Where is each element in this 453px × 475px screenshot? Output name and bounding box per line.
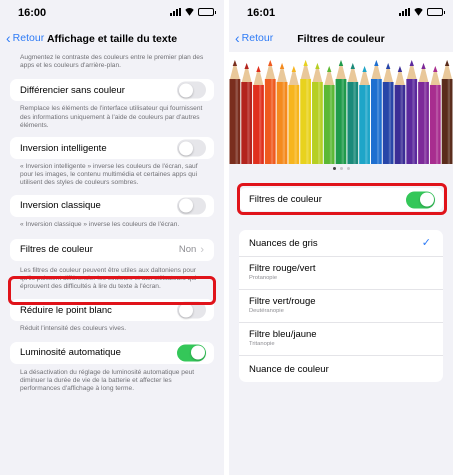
status-time: 16:01 [247, 7, 276, 19]
reduce-white-point-row[interactable]: Réduire le point blanc [10, 299, 214, 322]
filter-option-tritanopia[interactable]: Filtre bleu/jaune Tritanopie [239, 323, 443, 356]
option-sublabel: Protanopie [249, 275, 278, 281]
pencil [229, 60, 241, 164]
reduce-white-point-toggle[interactable] [177, 301, 206, 319]
pencil [370, 60, 382, 164]
filter-options-list: Nuances de gris ✓ Filtre rouge/vert Prot… [239, 230, 443, 382]
status-icons [399, 8, 445, 16]
row-label: Filtres de couleur [249, 194, 322, 205]
filter-option-protanopia[interactable]: Filtre rouge/vert Protanopie [239, 257, 443, 290]
option-label: Nuance de couleur [249, 364, 329, 375]
status-time: 16:00 [18, 7, 47, 19]
smart-invert-row[interactable]: Inversion intelligente [10, 137, 214, 160]
left-screen: 16:00 ‹ Retour Affichage et taille du te… [0, 0, 224, 475]
smart-invert-toggle[interactable] [177, 139, 206, 157]
row-description: « Inversion classique » inverse les coul… [20, 220, 180, 228]
row-description: Réduit l'intensité des couleurs vives. [20, 325, 127, 333]
status-bar: 16:00 [0, 0, 224, 24]
colored-pencils-preview[interactable] [229, 52, 453, 164]
nav-bar: ‹ Retour Affichage et taille du texte [0, 24, 224, 52]
pencil [241, 63, 253, 164]
page-title: Filtres de couleur [297, 33, 385, 45]
pencil [312, 63, 323, 164]
classic-invert-row[interactable]: Inversion classique [10, 194, 214, 217]
row-label: Réduire le point blanc [20, 304, 112, 316]
option-sublabel: Deutéranopie [249, 308, 284, 314]
page-dot [339, 167, 343, 170]
pencil [441, 60, 453, 164]
filter-option-color-tint[interactable]: Nuance de couleur [239, 356, 443, 382]
nav-bar: ‹ Retour Filtres de couleur [229, 24, 453, 52]
filter-option-deuteranopia[interactable]: Filtre vert/rouge Deutéranopie [239, 290, 443, 323]
chevron-right-icon: › [200, 243, 204, 256]
page-title: Affichage et taille du texte [46, 33, 178, 45]
wifi-icon [413, 8, 424, 16]
pencil [264, 60, 276, 164]
color-filters-value: Non › [179, 244, 204, 256]
signal-icon [170, 8, 181, 16]
differentiate-toggle[interactable] [177, 81, 206, 99]
color-filters-toggle-row[interactable]: Filtres de couleur [239, 188, 443, 211]
status-icons [170, 8, 216, 16]
right-screen: 16:01 ‹ Retour Filtres de couleur Filtre… [229, 0, 453, 475]
row-label: Luminosité automatique [20, 347, 121, 359]
row-description: Remplace les éléments de l'interface uti… [20, 105, 203, 129]
row-label: Inversion intelligente [20, 142, 107, 154]
differentiate-without-color-row[interactable]: Différencier sans couleur [10, 79, 214, 102]
pencil [359, 66, 370, 164]
option-label: Filtre bleu/jaune [249, 329, 317, 340]
row-description: « Inversion intelligente » inverse les c… [20, 163, 198, 187]
pencil [323, 66, 335, 164]
pencil [406, 60, 418, 164]
color-filters-toggle[interactable] [406, 191, 435, 208]
page-indicator[interactable] [229, 167, 453, 170]
option-label: Filtre vert/rouge [249, 296, 316, 307]
pencil [253, 66, 264, 164]
pencil [382, 63, 394, 164]
auto-brightness-row[interactable]: Luminosité automatique [10, 341, 214, 364]
pencil [335, 60, 347, 164]
colored-pencils-image [229, 60, 453, 164]
row-description: Les filtres de couleur peuvent être util… [20, 266, 197, 291]
pencil [418, 63, 429, 164]
pencil [288, 66, 300, 164]
value-text: Non [178, 244, 197, 256]
row-label: Inversion classique [20, 200, 101, 212]
contrast-description: Augmentez le contraste des couleurs entr… [20, 54, 204, 70]
page-dot [332, 167, 336, 170]
option-label: Filtre rouge/vert [249, 263, 316, 274]
row-description: La désactivation du réglage de luminosit… [20, 368, 195, 393]
signal-icon [399, 8, 410, 16]
option-sublabel: Tritanopie [249, 341, 275, 347]
row-label: Filtres de couleur [20, 244, 93, 256]
page-dot [346, 167, 350, 170]
classic-invert-toggle[interactable] [177, 197, 206, 215]
status-bar: 16:01 [229, 0, 453, 24]
battery-icon [427, 8, 445, 16]
checkmark-icon: ✓ [421, 237, 431, 249]
pencil [276, 63, 288, 164]
wifi-icon [184, 8, 195, 16]
color-filters-row[interactable]: Filtres de couleur Non › [10, 238, 214, 261]
auto-brightness-toggle[interactable] [177, 344, 206, 362]
pencil [347, 63, 359, 164]
pencil [300, 60, 312, 164]
row-label: Différencier sans couleur [20, 84, 125, 96]
battery-icon [198, 8, 216, 16]
filter-option-grayscale[interactable]: Nuances de gris ✓ [239, 230, 443, 257]
pencil [429, 66, 441, 164]
pencil [394, 66, 406, 164]
option-label: Nuances de gris [249, 238, 318, 249]
